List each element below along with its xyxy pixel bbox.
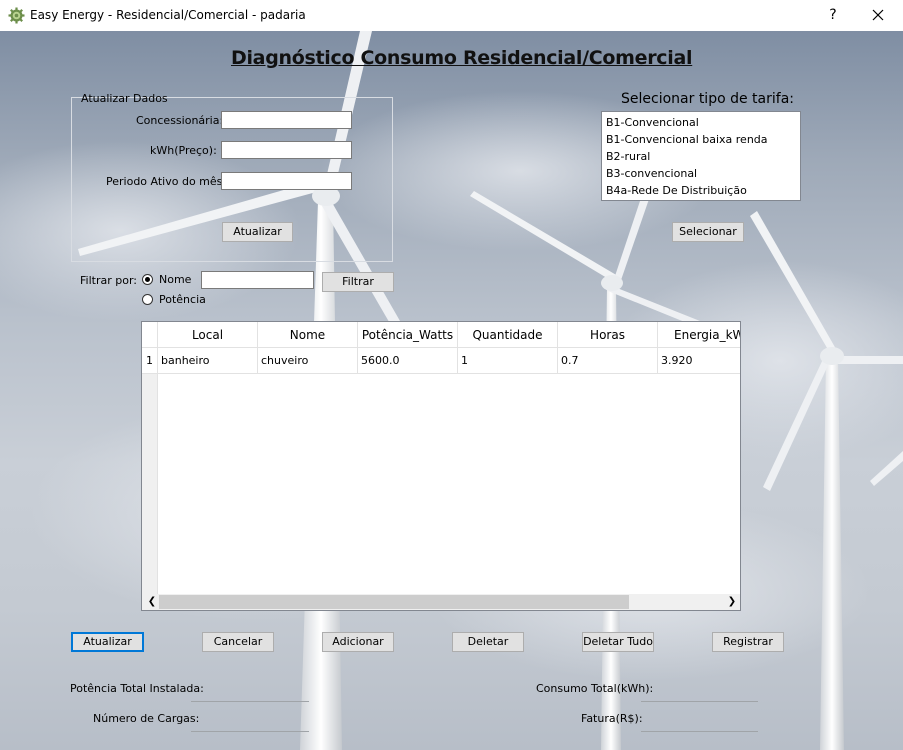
filter-label: Filtrar por: xyxy=(80,274,137,287)
table-cell-quantidade[interactable]: 1 xyxy=(458,348,558,374)
concessionaria-label: Concessionária: xyxy=(136,114,224,127)
table-cell-local[interactable]: banheiro xyxy=(158,348,258,374)
kwh-price-input[interactable] xyxy=(221,141,352,159)
page-title: Diagnóstico Consumo Residencial/Comercia… xyxy=(231,47,693,69)
kwh-price-label: kWh(Preço): xyxy=(150,144,217,157)
update-data-group-title: Atualizar Dados xyxy=(81,92,168,105)
column-header-potencia[interactable]: Potência_Watts xyxy=(358,322,458,348)
loads-table[interactable]: Local Nome Potência_Watts Quantidade Hor… xyxy=(141,321,741,611)
tarifa-label: Selecionar tipo de tarifa: xyxy=(621,91,794,107)
adicionar-button[interactable]: Adicionar xyxy=(322,632,394,652)
table-corner xyxy=(142,322,158,348)
scroll-right-icon[interactable]: ❯ xyxy=(726,594,738,610)
help-button[interactable]: ? xyxy=(822,3,844,27)
close-icon xyxy=(872,9,884,21)
filter-radio-nome[interactable] xyxy=(142,274,153,285)
potencia-total-underline xyxy=(191,701,309,702)
horizontal-scrollbar[interactable]: ❮ ❯ xyxy=(142,594,740,610)
list-item[interactable]: B3-convencional xyxy=(606,165,796,182)
gear-icon xyxy=(8,7,25,24)
concessionaria-input[interactable] xyxy=(221,111,352,129)
consumo-total-label: Consumo Total(kWh): xyxy=(536,682,654,695)
filter-radio-potencia-label[interactable]: Potência xyxy=(159,293,206,306)
fatura-label: Fatura(R$): xyxy=(581,712,643,725)
deletar-tudo-button[interactable]: Deletar Tudo xyxy=(582,632,654,652)
table-cell-energia[interactable]: 3.920 xyxy=(658,348,740,374)
table-cell-nome[interactable]: chuveiro xyxy=(258,348,358,374)
list-item[interactable]: B1-Convencional xyxy=(606,114,796,131)
deletar-button[interactable]: Deletar xyxy=(452,632,524,652)
periodo-label: Periodo Ativo do mês: xyxy=(106,175,227,188)
list-item[interactable]: B2-rural xyxy=(606,148,796,165)
registrar-button[interactable]: Registrar xyxy=(712,632,784,652)
window-title: Easy Energy - Residencial/Comercial - pa… xyxy=(30,8,306,22)
filter-input[interactable] xyxy=(201,271,314,289)
fatura-underline xyxy=(641,731,758,732)
filter-button[interactable]: Filtrar xyxy=(322,272,394,292)
column-header-nome[interactable]: Nome xyxy=(258,322,358,348)
row-header[interactable]: 1 xyxy=(142,348,158,374)
table-cell-potencia[interactable]: 5600.0 xyxy=(358,348,458,374)
numero-cargas-underline xyxy=(191,731,309,732)
column-header-energia[interactable]: Energia_kWh xyxy=(658,322,740,348)
row-header-gutter xyxy=(142,374,158,594)
list-item[interactable]: B1-Convencional baixa renda xyxy=(606,131,796,148)
close-button[interactable] xyxy=(866,3,890,27)
column-header-quantidade[interactable]: Quantidade xyxy=(458,322,558,348)
list-item[interactable]: B4a-Rede De Distribuição xyxy=(606,182,796,199)
column-header-horas[interactable]: Horas xyxy=(558,322,658,348)
cancelar-button[interactable]: Cancelar xyxy=(202,632,274,652)
numero-cargas-label: Número de Cargas: xyxy=(93,712,200,725)
client-area: Diagnóstico Consumo Residencial/Comercia… xyxy=(0,31,903,750)
select-tarifa-button[interactable]: Selecionar xyxy=(672,222,744,242)
update-data-button[interactable]: Atualizar xyxy=(222,222,293,242)
filter-radio-nome-label[interactable]: Nome xyxy=(159,273,191,286)
table-cell-horas[interactable]: 0.7 xyxy=(558,348,658,374)
periodo-input[interactable] xyxy=(221,172,352,190)
title-bar: Easy Energy - Residencial/Comercial - pa… xyxy=(0,0,903,32)
potencia-total-label: Potência Total Instalada: xyxy=(70,682,204,695)
atualizar-button[interactable]: Atualizar xyxy=(71,632,144,652)
scroll-left-icon[interactable]: ❮ xyxy=(146,594,158,610)
scrollbar-thumb[interactable] xyxy=(159,595,629,609)
column-header-local[interactable]: Local xyxy=(158,322,258,348)
tarifa-list[interactable]: B1-Convencional B1-Convencional baixa re… xyxy=(601,111,801,201)
filter-radio-potencia[interactable] xyxy=(142,294,153,305)
consumo-total-underline xyxy=(641,701,758,702)
